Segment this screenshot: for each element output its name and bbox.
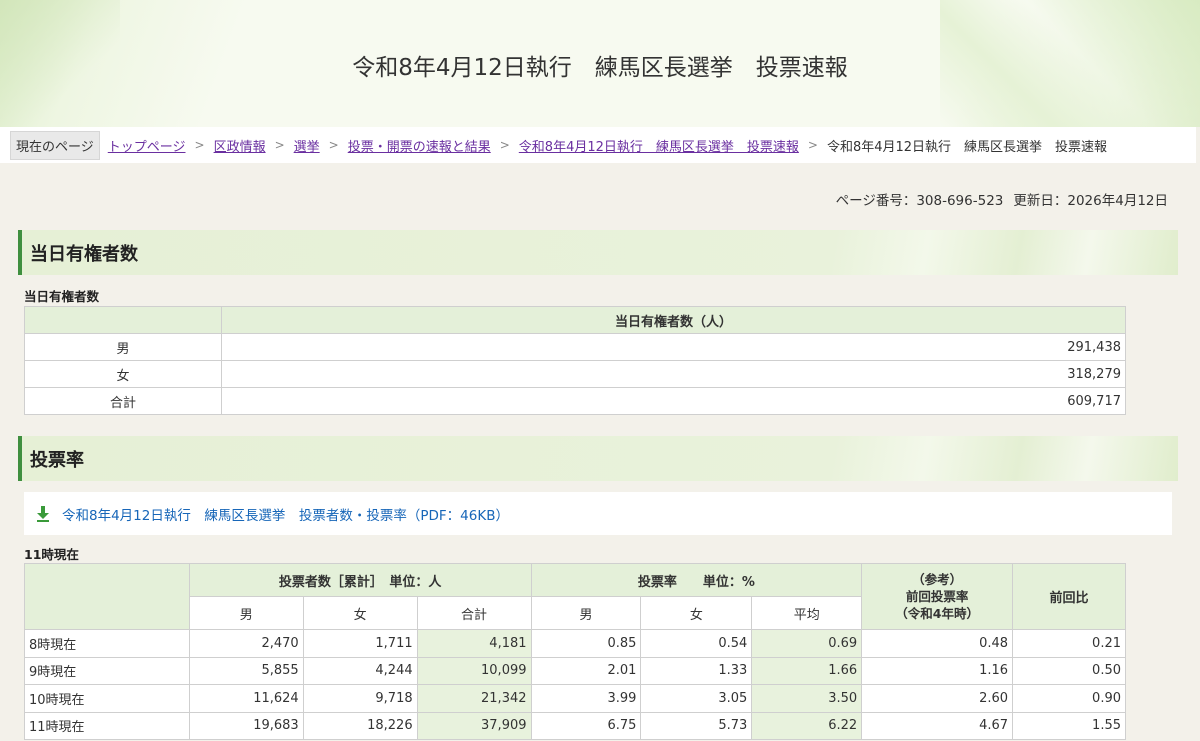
cell-male-voters: 5,855: [188, 656, 304, 685]
table-header-row: 投票者数［累計］ 単位：人 投票率 単位：% （参考） 前回投票率 （令和4年時…: [24, 563, 1126, 630]
breadcrumb-link-senkyo[interactable]: 選挙: [294, 136, 320, 155]
cell-average-rate: 6.22: [751, 711, 863, 740]
table-row: 女 318,279: [24, 360, 1126, 388]
row-value: 609,717: [221, 387, 1126, 415]
table-caption-voters: 当日有権者数: [24, 289, 100, 304]
breadcrumb-link-kusei[interactable]: 区政情報: [214, 136, 266, 155]
cell-female-voters: 1,711: [302, 629, 418, 658]
page-number: ページ番号：308-696-523: [835, 193, 1004, 209]
table-header-empty: [24, 563, 190, 630]
breadcrumb-current-label: 現在のページ: [10, 130, 100, 160]
cell-previous-rate: 4.67: [861, 711, 1014, 740]
cell-female-rate: 3.05: [640, 684, 753, 713]
cell-male-rate: 0.85: [530, 629, 642, 658]
breadcrumb-link-sokuho[interactable]: 投票・開票の速報と結果: [348, 136, 491, 155]
subheader-female-rate: 女: [640, 596, 753, 630]
page-meta: ページ番号：308-696-523 更新日：2026年4月12日: [836, 189, 1168, 209]
table-row: 11時現在 19,683 18,226 37,909 6.75 5.73 6.2…: [24, 711, 1126, 740]
table-row: 9時現在 5,855 4,244 10,099 2.01 1.33 1.66 1…: [24, 656, 1126, 685]
chevron-right-icon: >: [194, 138, 205, 152]
cell-previous-ratio: 0.21: [1012, 629, 1126, 658]
chevron-right-icon: >: [499, 138, 510, 152]
pdf-link-box: 令和8年4月12日執行 練馬区長選挙 投票者数・投票率（PDF：46KB）: [24, 492, 1172, 535]
row-time: 9時現在: [24, 656, 190, 685]
cell-male-rate: 2.01: [530, 656, 642, 685]
subheader-total-voters: 合計: [416, 596, 532, 630]
row-time: 10時現在: [24, 684, 190, 713]
row-time: 8時現在: [24, 629, 190, 658]
cell-female-voters: 18,226: [302, 711, 418, 740]
section-heading-voters: 当日有権者数: [18, 230, 1178, 275]
subheader-male-voters: 男: [188, 596, 304, 630]
breadcrumb-link-election[interactable]: 令和8年4月12日執行 練馬区長選挙 投票速報: [519, 136, 799, 155]
table-row: 10時現在 11,624 9,718 21,342 3.99 3.05 3.50…: [24, 684, 1126, 713]
row-value: 318,279: [221, 360, 1126, 388]
header-previous-rate: （参考） 前回投票率 （令和4年時）: [861, 563, 1014, 630]
header-previous-rate-line3: （令和4年時）: [895, 606, 979, 621]
breadcrumb-current: 令和8年4月12日執行 練馬区長選挙 投票速報: [826, 139, 1108, 155]
row-label: 合計: [24, 387, 222, 415]
cell-total-voters: 4,181: [416, 629, 532, 658]
cell-previous-rate: 1.16: [861, 656, 1014, 685]
cell-previous-ratio: 1.55: [1012, 711, 1126, 740]
header-rate-group: 投票率 単位：%: [530, 563, 863, 597]
cell-total-voters: 10,099: [416, 656, 532, 685]
row-time: 11時現在: [24, 711, 190, 740]
subheader-male-rate: 男: [530, 596, 642, 630]
chevron-right-icon: >: [328, 138, 339, 152]
pdf-download-link[interactable]: 令和8年4月12日執行 練馬区長選挙 投票者数・投票率（PDF：46KB）: [62, 504, 509, 524]
cell-male-rate: 3.99: [530, 684, 642, 713]
cell-female-rate: 5.73: [640, 711, 753, 740]
cell-average-rate: 1.66: [751, 656, 863, 685]
cell-total-voters: 37,909: [416, 711, 532, 740]
turnout-table: 投票者数［累計］ 単位：人 投票率 単位：% （参考） 前回投票率 （令和4年時…: [24, 563, 1126, 740]
updated-date: 更新日：2026年4月12日: [1013, 193, 1168, 209]
page-title: 令和8年4月12日執行 練馬区長選挙 投票速報: [352, 55, 848, 81]
voters-table: 当日有権者数（人） 男 291,438 女 318,279 合計 609,717: [24, 306, 1126, 415]
cell-total-voters: 21,342: [416, 684, 532, 713]
chevron-right-icon: >: [274, 138, 285, 152]
header-previous-ratio: 前回比: [1012, 563, 1126, 630]
chevron-right-icon: >: [807, 138, 818, 152]
cell-female-rate: 0.54: [640, 629, 753, 658]
cell-previous-rate: 2.60: [861, 684, 1014, 713]
table-row: 男 291,438: [24, 333, 1126, 361]
row-label: 女: [24, 360, 222, 388]
cell-previous-ratio: 0.90: [1012, 684, 1126, 713]
table-caption-turnout: 11時現在: [24, 547, 79, 562]
table-row: 合計 609,717: [24, 387, 1126, 415]
cell-average-rate: 3.50: [751, 684, 863, 713]
header-voters-group: 投票者数［累計］ 単位：人: [188, 563, 532, 597]
table-header-empty: [24, 306, 222, 334]
row-label: 男: [24, 333, 222, 361]
download-icon: [37, 505, 49, 522]
cell-male-voters: 2,470: [188, 629, 304, 658]
header-previous-rate-line1: （参考）: [912, 572, 963, 587]
breadcrumb-link-top[interactable]: トップページ: [108, 136, 186, 155]
table-header: 当日有権者数（人）: [221, 306, 1126, 334]
cell-male-voters: 19,683: [188, 711, 304, 740]
cell-male-rate: 6.75: [530, 711, 642, 740]
cell-male-voters: 11,624: [188, 684, 304, 713]
subheader-average-rate: 平均: [751, 596, 863, 630]
breadcrumb: 現在のページ トップページ > 区政情報 > 選挙 > 投票・開票の速報と結果 …: [0, 127, 1196, 163]
table-header-row: 当日有権者数（人）: [24, 306, 1126, 334]
cell-average-rate: 0.69: [751, 629, 863, 658]
cell-previous-ratio: 0.50: [1012, 656, 1126, 685]
cell-female-voters: 9,718: [302, 684, 418, 713]
page-header: 令和8年4月12日執行 練馬区長選挙 投票速報: [0, 0, 1200, 127]
cell-female-voters: 4,244: [302, 656, 418, 685]
table-row: 8時現在 2,470 1,711 4,181 0.85 0.54 0.69 0.…: [24, 629, 1126, 658]
subheader-female-voters: 女: [302, 596, 418, 630]
cell-female-rate: 1.33: [640, 656, 753, 685]
section-heading-turnout: 投票率: [18, 436, 1178, 481]
row-value: 291,438: [221, 333, 1126, 361]
header-previous-rate-line2: 前回投票率: [905, 589, 969, 604]
cell-previous-rate: 0.48: [861, 629, 1014, 658]
